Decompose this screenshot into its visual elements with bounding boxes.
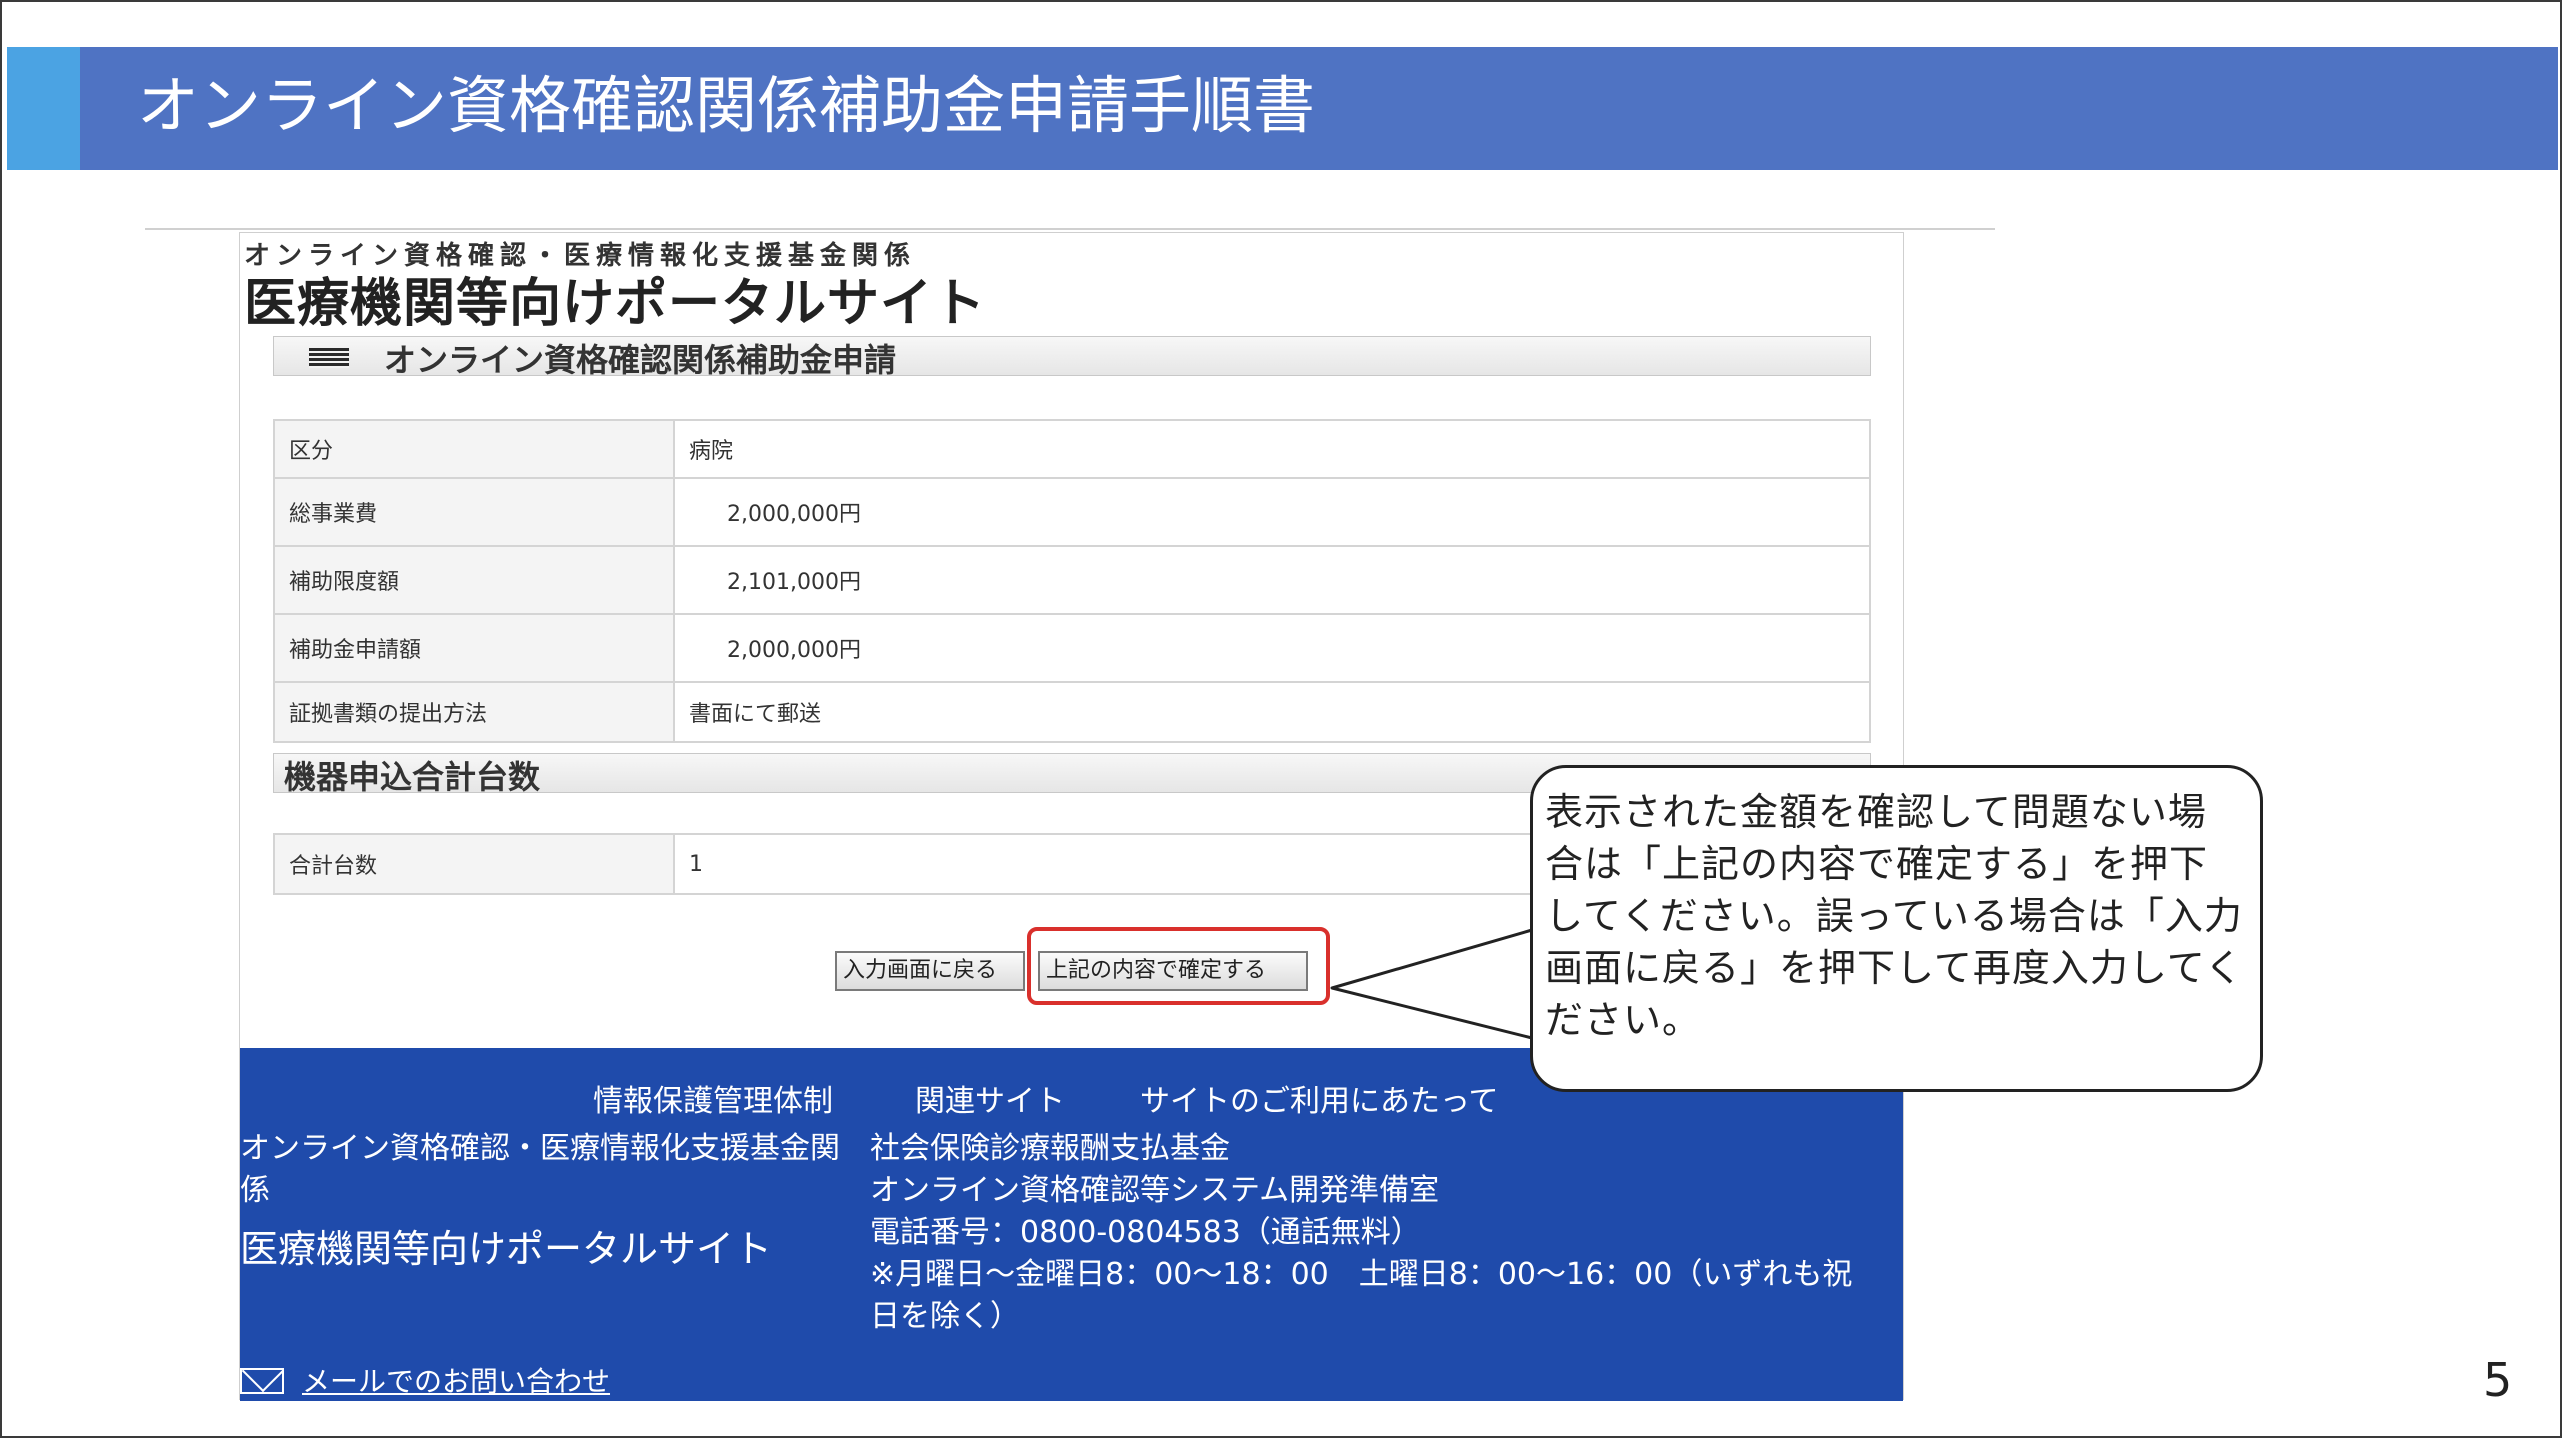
contact-hours: ※月曜日～金曜日8：00～18：00 土曜日8：00～16：00（いずれも祝日を… xyxy=(870,1257,1853,1334)
list-icon xyxy=(309,348,349,368)
application-table: 区分 病院 総事業費 2,000,000円 補助限度額 2,101,000円 補… xyxy=(273,419,1871,743)
row-label: 補助金申請額 xyxy=(273,613,675,683)
footer-link-related-sites[interactable]: 関連サイト xyxy=(915,1076,1065,1120)
footer-portal-name: 医療機関等向けポータルサイト xyxy=(240,1227,773,1271)
contact-dept: オンライン資格確認等システム開発準備室 xyxy=(870,1173,1440,1208)
slide-title: オンライン資格確認関係補助金申請手順書 xyxy=(137,69,1316,142)
footer-link-terms[interactable]: サイトのご利用にあたって xyxy=(1140,1076,1499,1120)
row-label: 合計台数 xyxy=(273,833,675,895)
portal-title: 医療機関等向けポータルサイト xyxy=(244,274,987,334)
row-value: 2,000,000円 xyxy=(673,613,1871,683)
callout-text: 表示された金額を確認して問題ない場合は「上記の内容で確定する」を押下してください… xyxy=(1545,790,2244,1042)
portal-footer: 情報保護管理体制 関連サイト サイトのご利用にあたって オンライン資格確認・医療… xyxy=(240,1048,1903,1401)
contact-org: 社会保険診療報酬支払基金 xyxy=(870,1131,1230,1166)
table-row: 総事業費 2,000,000円 xyxy=(273,477,1871,547)
row-label: 証拠書類の提出方法 xyxy=(273,681,675,743)
footer-org-name: オンライン資格確認・医療情報化支援基金関係 xyxy=(240,1131,840,1208)
table-row: 補助限度額 2,101,000円 xyxy=(273,545,1871,615)
divider xyxy=(145,228,1995,230)
section-header: オンライン資格確認関係補助金申請 xyxy=(273,336,1871,379)
table-row: 証拠書類の提出方法 書面にて郵送 xyxy=(273,681,1871,743)
row-label: 補助限度額 xyxy=(273,545,675,615)
footer-contact: 社会保険診療報酬支払基金 オンライン資格確認等システム開発準備室 電話番号：08… xyxy=(870,1128,1880,1338)
row-value: 2,000,000円 xyxy=(673,477,1871,547)
mail-link-label[interactable]: メールでのお問い合わせ xyxy=(302,1365,610,1398)
confirm-button-highlight xyxy=(1027,927,1330,1005)
device-section-title: 機器申込合計台数 xyxy=(284,758,541,796)
envelope-icon xyxy=(240,1368,284,1394)
slide-title-bar: オンライン資格確認関係補助金申請手順書 xyxy=(7,47,2558,170)
back-to-input-button[interactable]: 入力画面に戻る xyxy=(835,951,1025,991)
mail-contact-link[interactable]: メールでのお問い合わせ xyxy=(240,1360,610,1400)
row-label: 総事業費 xyxy=(273,477,675,547)
page-number: 5 xyxy=(2483,1353,2513,1407)
footer-link-privacy[interactable]: 情報保護管理体制 xyxy=(593,1076,833,1120)
callout-pointer xyxy=(1330,928,1534,1040)
row-label: 区分 xyxy=(273,419,675,479)
section-title: オンライン資格確認関係補助金申請 xyxy=(384,341,897,379)
row-value: 2,101,000円 xyxy=(673,545,1871,615)
title-accent xyxy=(7,47,80,170)
table-row: 補助金申請額 2,000,000円 xyxy=(273,613,1871,683)
row-value: 書面にて郵送 xyxy=(673,681,1871,743)
contact-phone: 電話番号：0800-0804583（通話無料） xyxy=(870,1215,1421,1250)
row-value: 病院 xyxy=(673,419,1871,479)
table-row: 区分 病院 xyxy=(273,419,1871,479)
